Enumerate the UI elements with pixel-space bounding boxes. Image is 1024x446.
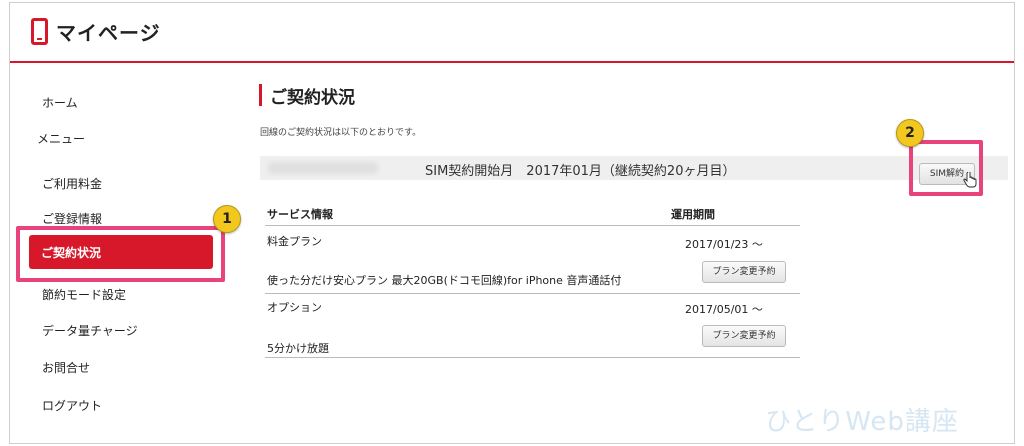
highlight-box-1 bbox=[16, 226, 225, 282]
page-header-title: マイページ bbox=[56, 21, 161, 45]
logo[interactable]: マイページ bbox=[31, 17, 161, 46]
page-frame: マイページ ホーム メニュー ご利用料金 ご登録情報 ご契約状況 1 節約モード… bbox=[9, 2, 1015, 444]
header: マイページ bbox=[10, 3, 1014, 63]
row2-category: オプション bbox=[267, 301, 322, 314]
sim-info-bar: SIM契約開始月 2017年01月（継続契約20ヶ月目） bbox=[260, 156, 1008, 180]
sidebar-item-contact[interactable]: お問合せ bbox=[42, 359, 90, 376]
watermark-logo: ひとりWeb講座 bbox=[765, 407, 959, 437]
page-title: ご契約状況 bbox=[270, 88, 355, 108]
sidebar-item-logout[interactable]: ログアウト bbox=[42, 397, 102, 414]
row1-plan-name: 使った分だけ安心プラン 最大20GB(ドコモ回線)for iPhone 音声通話… bbox=[267, 274, 622, 287]
row2-plan-change-button[interactable]: プラン変更予約 bbox=[702, 325, 786, 347]
table-divider bbox=[265, 293, 800, 294]
phone-icon bbox=[31, 18, 48, 45]
blurred-phone-number bbox=[268, 162, 378, 174]
row2-option-name: 5分かけ放題 bbox=[267, 342, 329, 355]
sidebar-item-saving-mode[interactable]: 節約モード設定 bbox=[42, 286, 126, 303]
sidebar-menu-heading: メニュー bbox=[37, 132, 86, 146]
row1-date: 2017/01/23 〜 bbox=[685, 238, 763, 251]
step-badge-2: 2 bbox=[896, 119, 924, 147]
row1-category: 料金プラン bbox=[267, 235, 322, 248]
sidebar-item-registration[interactable]: ご登録情報 bbox=[42, 210, 102, 227]
table-divider bbox=[265, 225, 800, 226]
row2-date: 2017/05/01 〜 bbox=[685, 303, 763, 316]
sidebar: ホーム メニュー ご利用料金 ご登録情報 ご契約状況 1 節約モード設定 データ… bbox=[10, 64, 241, 443]
sidebar-item-data-charge[interactable]: データ量チャージ bbox=[42, 322, 138, 339]
table-header-period: 運用期間 bbox=[671, 208, 715, 221]
sidebar-item-usage-fee[interactable]: ご利用料金 bbox=[42, 175, 102, 192]
table-divider bbox=[265, 357, 800, 358]
sim-contract-info: SIM契約開始月 2017年01月（継続契約20ヶ月目） bbox=[425, 164, 736, 179]
sidebar-item-home[interactable]: ホーム bbox=[42, 94, 78, 111]
page-description: 回線のご契約状況は以下のとおりです。 bbox=[260, 128, 422, 138]
title-accent-bar bbox=[259, 84, 262, 106]
main-content: ご契約状況 回線のご契約状況は以下のとおりです。 SIM契約開始月 2017年0… bbox=[255, 64, 1014, 443]
table-header-service: サービス情報 bbox=[267, 208, 333, 221]
step-badge-1: 1 bbox=[213, 205, 241, 233]
row1-plan-change-button[interactable]: プラン変更予約 bbox=[702, 261, 786, 283]
hand-cursor-icon bbox=[963, 172, 977, 188]
